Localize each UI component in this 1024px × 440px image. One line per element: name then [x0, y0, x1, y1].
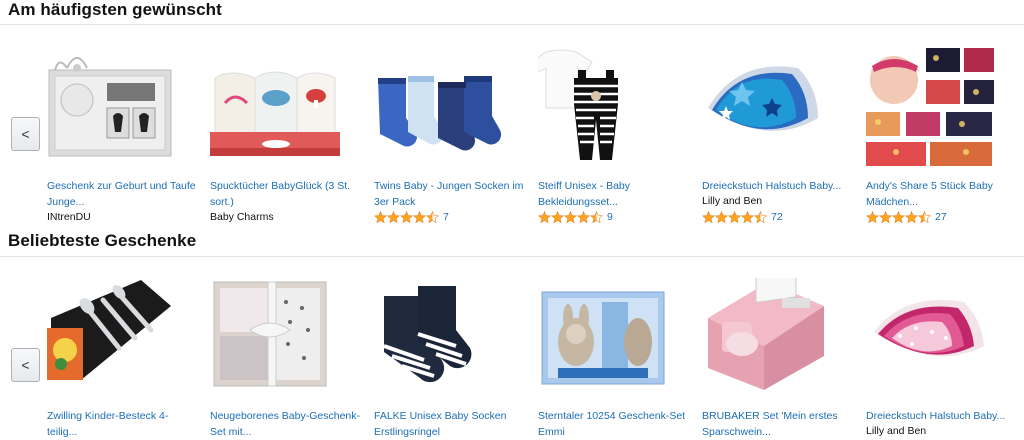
star-icon	[551, 210, 564, 223]
half-star-icon	[754, 210, 767, 223]
product-rating[interactable]: 9	[538, 210, 613, 224]
product-title-link[interactable]: BRUBAKER Set 'Mein erstes Sparschwein...	[702, 408, 852, 440]
product-image[interactable]	[210, 48, 360, 178]
star-icon	[866, 210, 879, 223]
chevron-left-icon: <	[21, 357, 30, 373]
product-title-link[interactable]: FALKE Unisex Baby Socken Erstlingsringel	[374, 408, 524, 440]
product-rating[interactable]: 72	[702, 210, 783, 224]
star-rating	[538, 210, 603, 224]
star-icon	[715, 210, 728, 223]
product-title-link[interactable]: Neugeborenes Baby-Geschenk- Set mit...	[210, 408, 360, 440]
star-icon	[577, 210, 590, 223]
star-icon	[564, 210, 577, 223]
star-icon	[741, 210, 754, 223]
star-icon	[413, 210, 426, 223]
star-icon	[892, 210, 905, 223]
product-image[interactable]	[538, 278, 688, 408]
star-rating	[866, 210, 931, 224]
product-title-link[interactable]: Twins Baby - Jungen Socken im 3er Pack	[374, 178, 524, 210]
product-brand: Lilly and Ben	[702, 195, 763, 207]
product-brand: INtrenDU	[47, 211, 91, 223]
product-rating[interactable]: 7	[374, 210, 449, 224]
half-star-icon	[918, 210, 931, 223]
rating-count-link[interactable]: 72	[771, 211, 783, 223]
star-icon	[387, 210, 400, 223]
product-image[interactable]	[374, 48, 524, 178]
section-title-most-wished: Am häufigsten gewünscht	[8, 0, 222, 19]
carousel-prev-button[interactable]: <	[11, 117, 40, 151]
star-icon	[728, 210, 741, 223]
star-icon	[702, 210, 715, 223]
star-rating	[374, 210, 439, 224]
product-image[interactable]	[531, 48, 688, 178]
product-title-link[interactable]: Andy's Share 5 Stück Baby Mädchen...	[866, 178, 1016, 210]
product-title-link[interactable]: Sterntaler 10254 Geschenk-Set Emmi	[538, 408, 688, 440]
half-star-icon	[426, 210, 439, 223]
product-title-link[interactable]: Geschenk zur Geburt und Taufe Junge...	[47, 178, 197, 210]
chevron-left-icon: <	[21, 126, 30, 142]
product-title-link[interactable]: Steiff Unisex - Baby Bekleidungsset...	[538, 178, 688, 210]
star-icon	[905, 210, 918, 223]
star-icon	[538, 210, 551, 223]
product-image[interactable]	[374, 278, 524, 408]
product-image[interactable]	[47, 278, 197, 408]
star-icon	[374, 210, 387, 223]
rating-count-link[interactable]: 9	[607, 211, 613, 223]
product-image[interactable]	[702, 48, 852, 178]
product-image[interactable]	[47, 48, 197, 178]
product-image[interactable]	[210, 278, 360, 408]
rating-count-link[interactable]: 27	[935, 211, 947, 223]
product-brand: Baby Charms	[210, 211, 274, 223]
section-divider	[0, 256, 1024, 257]
star-icon	[400, 210, 413, 223]
product-image[interactable]	[702, 270, 852, 408]
product-title-link[interactable]: Spucktücher BabyGlück (3 St. sort.)	[210, 178, 360, 210]
section-title-popular-gifts: Beliebteste Geschenke	[8, 231, 197, 250]
star-icon	[879, 210, 892, 223]
star-rating	[702, 210, 767, 224]
product-rating[interactable]: 27	[866, 210, 947, 224]
product-image[interactable]	[866, 48, 1016, 178]
half-star-icon	[590, 210, 603, 223]
product-title-link[interactable]: Zwilling Kinder-Besteck 4-teilig...	[47, 408, 197, 440]
rating-count-link[interactable]: 7	[443, 211, 449, 223]
carousel-prev-button[interactable]: <	[11, 348, 40, 382]
product-image[interactable]	[866, 278, 1016, 408]
product-brand: Lilly and Ben	[866, 425, 927, 437]
section-divider	[0, 24, 1024, 25]
